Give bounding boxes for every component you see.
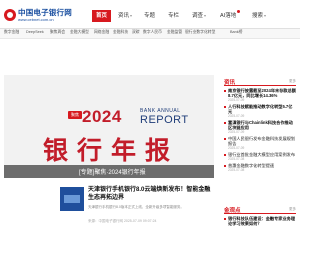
new-dot-icon bbox=[237, 10, 241, 13]
subnav-item[interactable]: 数字人民币 bbox=[143, 30, 162, 35]
section-header: 金观点 更多 bbox=[224, 205, 296, 214]
subnav-item[interactable]: 数字金融 bbox=[4, 30, 19, 35]
list-item-date: 2025-07-09 bbox=[228, 130, 245, 134]
news-summary: 天津银行手机银行8.0版本正式上线，全新升级多项智能服务。 bbox=[88, 205, 184, 209]
list-item-title: 银行科技队伍建设：金融专家业务理论学习效果如何？ bbox=[228, 216, 296, 226]
news-thumbnail[interactable] bbox=[60, 187, 84, 211]
subnav-item[interactable]: DeepSeek bbox=[26, 30, 44, 34]
logo-url: www.cebnet.com.cn bbox=[18, 17, 54, 22]
banner-year: 2024 bbox=[82, 107, 122, 126]
chevron-down-icon: ▾ bbox=[204, 13, 207, 18]
section-header: 资讯 更多 bbox=[224, 77, 296, 86]
carousel-dots bbox=[193, 169, 208, 178]
subnav-item[interactable]: 银行业数字化转型 bbox=[185, 30, 215, 35]
subnav-item[interactable]: 金融监管 bbox=[167, 30, 182, 35]
more-link[interactable]: 更多 bbox=[289, 207, 296, 212]
nav-item-label: 调查 bbox=[192, 13, 204, 19]
nav-item-label: 资讯 bbox=[118, 13, 130, 19]
nav-item-label: 专题 bbox=[144, 13, 156, 19]
banner-badge: 聚焦 bbox=[68, 111, 82, 119]
list-item-date: 2025-07-08 bbox=[228, 168, 245, 172]
list-item[interactable]: 富滇银行与Chainlink科技合作推动区块链应用 2025-07-09 bbox=[224, 120, 296, 134]
list-item-date: 2025-07-09 bbox=[228, 146, 245, 150]
nav-item-label: 首页 bbox=[96, 13, 108, 19]
subnav-item[interactable]: 金融科技 bbox=[113, 30, 128, 35]
list-item-date: 2025-07-09 bbox=[228, 98, 245, 102]
site-header: 中国电子银行网 www.cebnet.com.cn 首页 资讯▾ 专题 专栏 调… bbox=[0, 0, 300, 28]
bullet-icon bbox=[224, 165, 226, 167]
bullet-icon bbox=[224, 218, 226, 220]
news-list: 银行科技队伍建设：金融专家业务理论学习效果如何？ bbox=[224, 216, 296, 226]
banner-english-line2: REPORT bbox=[140, 114, 189, 126]
section-title: 金观点 bbox=[224, 208, 241, 214]
bullet-icon bbox=[224, 90, 226, 92]
nav-item-label: 搜索 bbox=[252, 13, 264, 19]
banner-caption[interactable]: [专题]聚焦·2024银行年报 bbox=[79, 167, 146, 176]
bullet-icon bbox=[224, 122, 226, 124]
nav-item-news[interactable]: 资讯▾ bbox=[118, 10, 132, 22]
news-list: 南京银行披露截至2024年末存款总额8.7亿元，同比增长14.36% 2025-0… bbox=[224, 88, 296, 172]
news-meta: 来源：中国电子银行网 2025-07-09 09:07:24 bbox=[88, 219, 157, 223]
nav-item-survey[interactable]: 调查▾ bbox=[192, 10, 206, 22]
list-item[interactable]: 人行科技赋能推动数字化转型5.7亿元 2025-07-09 bbox=[224, 104, 296, 118]
hero-banner[interactable]: 聚焦 2024 BANK ANNUAL REPORT 银行年报 [专题]聚焦·2… bbox=[4, 75, 214, 178]
nav-item-label: 专栏 bbox=[168, 13, 180, 19]
logo-mark-icon bbox=[4, 9, 16, 21]
list-item-title: 南京银行披露截至2024年末存款总额8.7亿元，同比增长14.36% bbox=[228, 88, 296, 98]
news-headline[interactable]: 天津银行手机银行8.0云端焕新发布！智能金融生态再拓边界 bbox=[88, 186, 214, 202]
list-item-title: 富滇银行与Chainlink科技合作推动区块链应用 bbox=[228, 120, 293, 130]
list-item[interactable]: 银行业首批金融大模型应用案例发布 2025-07-08 bbox=[224, 152, 296, 161]
nav-item-home[interactable]: 首页 bbox=[92, 10, 112, 22]
list-item-title: 人行科技赋能推动数字化转型5.7亿元 bbox=[228, 104, 293, 114]
list-item[interactable]: 南京银行披露截至2024年末存款总额8.7亿元，同比增长14.36% 2025-0… bbox=[224, 88, 296, 102]
subnav-item[interactable]: 网络金融 bbox=[94, 30, 109, 35]
site-logo[interactable]: 中国电子银行网 www.cebnet.com.cn bbox=[4, 7, 72, 25]
list-item[interactable]: 普惠金融数字化转型提速 2025-07-08 bbox=[224, 163, 296, 172]
news-sidebar: 资讯 更多 南京银行披露截至2024年末存款总额8.7亿元，同比增长14.36%… bbox=[224, 77, 296, 174]
subnav-item[interactable]: 金融大模型 bbox=[70, 30, 89, 35]
list-item[interactable]: 银行科技队伍建设：金融专家业务理论学习效果如何？ bbox=[224, 216, 296, 226]
bullet-icon bbox=[224, 154, 226, 156]
page: 中国电子银行网 www.cebnet.com.cn 首页 资讯▾ 专题 专栏 调… bbox=[0, 0, 300, 260]
banner-title: 银行年报 bbox=[43, 137, 180, 165]
subnav-item[interactable]: 聚焦两会 bbox=[50, 30, 65, 35]
bullet-icon bbox=[224, 138, 226, 140]
chevron-down-icon: ▾ bbox=[130, 13, 133, 18]
list-item-date: 2025-07-08 bbox=[228, 157, 245, 161]
bullet-icon bbox=[224, 106, 226, 108]
nav-item-columns[interactable]: 专栏 bbox=[168, 10, 179, 22]
list-item[interactable]: 中国人民银行发布金融科技发展规划报告 2025-07-09 bbox=[224, 136, 296, 150]
nav-item-label: AI落地 bbox=[220, 13, 237, 19]
nav-item-topics[interactable]: 专题 bbox=[144, 10, 155, 22]
nav-item-search[interactable]: 搜索▾ bbox=[252, 10, 266, 22]
subnav-item[interactable]: Bank榜 bbox=[230, 30, 242, 35]
list-item-date: 2025-07-09 bbox=[228, 114, 245, 118]
chevron-down-icon: ▾ bbox=[264, 13, 267, 18]
section-title: 资讯 bbox=[224, 80, 236, 86]
opinion-sidebar: 金观点 更多 银行科技队伍建设：金融专家业务理论学习效果如何？ bbox=[224, 205, 296, 228]
banner-caption-bar: [专题]聚焦·2024银行年报 bbox=[4, 165, 214, 178]
nav-item-ai[interactable]: AI落地 bbox=[220, 10, 241, 22]
subnav-item[interactable]: 双碳 bbox=[132, 30, 140, 35]
sub-nav: 数字金融 DeepSeek 聚焦两会 金融大模型 网络金融 金融科技 双碳 数字… bbox=[0, 29, 300, 39]
list-item-title: 中国人民银行发布金融科技发展规划报告 bbox=[228, 136, 296, 146]
more-link[interactable]: 更多 bbox=[289, 79, 296, 84]
